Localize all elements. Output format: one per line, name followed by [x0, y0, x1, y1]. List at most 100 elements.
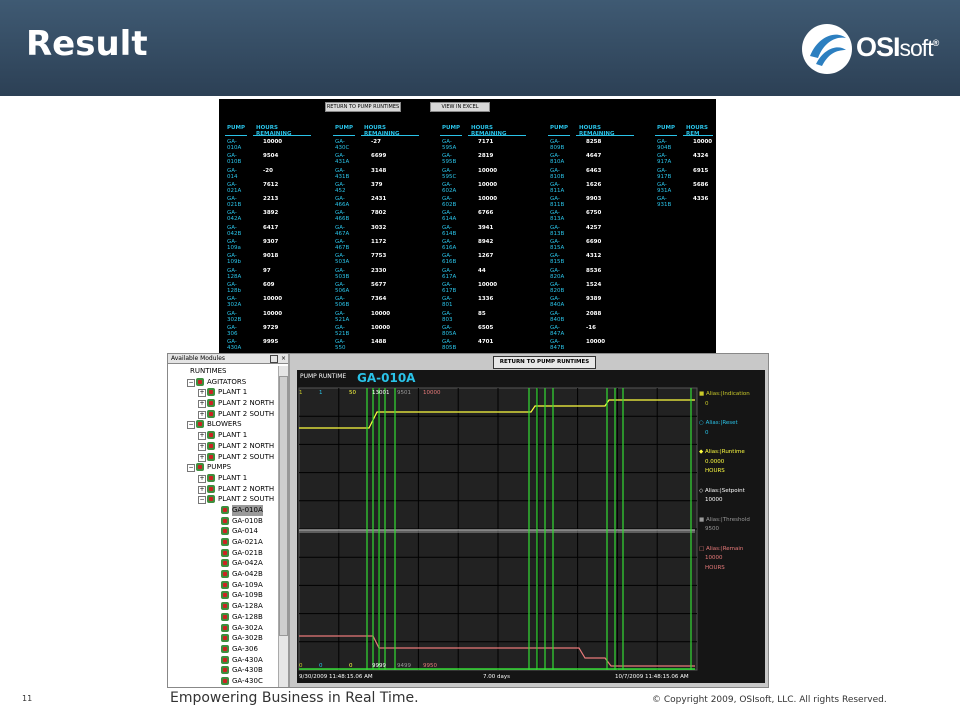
pump-name[interactable]: GA-917B	[657, 168, 671, 180]
pump-name[interactable]: GA-466B	[335, 210, 349, 222]
pump-name[interactable]: GA-805A	[442, 325, 456, 337]
collapse-icon[interactable]: −	[198, 496, 206, 505]
tree-item[interactable]: GA-430A	[168, 655, 278, 666]
close-icon[interactable]: ×	[281, 354, 286, 364]
pump-name[interactable]: GA-302A	[227, 296, 241, 308]
tree-item[interactable]: GA-010B	[168, 516, 278, 527]
pump-name[interactable]: GA-815B	[550, 253, 564, 265]
tree-item[interactable]: GA-109A	[168, 580, 278, 591]
tree-item[interactable]: + PLANT 1	[168, 473, 278, 484]
collapse-icon[interactable]: −	[187, 464, 195, 473]
pump-name[interactable]: GA-614A	[442, 210, 456, 222]
pump-name[interactable]: GA-904B	[657, 139, 671, 151]
pump-name[interactable]: GA-811B	[550, 196, 564, 208]
pump-name[interactable]: GA-810B	[550, 168, 564, 180]
tree-item[interactable]: GA-014	[168, 526, 278, 537]
pump-name[interactable]: GA-503A	[335, 253, 349, 265]
pump-name[interactable]: GA-128A	[227, 268, 241, 280]
pump-name[interactable]: GA-503B	[335, 268, 349, 280]
tree-item[interactable]: GA-128A	[168, 601, 278, 612]
tree-item[interactable]: + PLANT 1	[168, 387, 278, 398]
pump-name[interactable]: GA-801	[442, 296, 453, 308]
tree-item[interactable]: + PLANT 2 SOUTH	[168, 409, 278, 420]
tree-item[interactable]: + PLANT 2 SOUTH	[168, 452, 278, 463]
expand-icon[interactable]: +	[198, 442, 206, 451]
expand-icon[interactable]: +	[198, 485, 206, 494]
pump-name[interactable]: GA-811A	[550, 182, 564, 194]
tree-item[interactable]: GA-302B	[168, 633, 278, 644]
pump-name[interactable]: GA-595B	[442, 153, 456, 165]
pump-name[interactable]: GA-042B	[227, 225, 241, 237]
tree-scrollbar[interactable]	[278, 366, 288, 687]
pump-name[interactable]: GA-128b	[227, 282, 241, 294]
expand-icon[interactable]: +	[198, 453, 206, 462]
expand-icon[interactable]: +	[198, 400, 206, 409]
tree-item[interactable]: GA-042A	[168, 558, 278, 569]
tree-item[interactable]: − PLANT 2 SOUTH	[168, 494, 278, 505]
pump-name[interactable]: GA-467B	[335, 239, 349, 251]
tree-item[interactable]: GA-010A	[168, 504, 278, 516]
pump-name[interactable]: GA-109a	[227, 239, 241, 251]
pump-name[interactable]: GA-430A	[227, 339, 241, 351]
tree-item[interactable]: GA-109B	[168, 590, 278, 601]
pump-name[interactable]: GA-042A	[227, 210, 241, 222]
pump-name[interactable]: GA-614B	[442, 225, 456, 237]
pump-name[interactable]: GA-306	[227, 325, 238, 337]
tree-item[interactable]: GA-302A	[168, 623, 278, 634]
tree-item[interactable]: GA-021B	[168, 548, 278, 559]
scrollbar-thumb[interactable]	[279, 376, 288, 636]
tree-item[interactable]: GA-042B	[168, 569, 278, 580]
tree-item[interactable]: GA-306	[168, 644, 278, 655]
pump-name[interactable]: GA-595A	[442, 139, 456, 151]
pump-name[interactable]: GA-847A	[550, 325, 564, 337]
pump-name[interactable]: GA-021B	[227, 196, 241, 208]
tree-item[interactable]: GA-430B	[168, 665, 278, 676]
expand-icon[interactable]: +	[198, 389, 206, 398]
pump-name[interactable]: GA-815A	[550, 239, 564, 251]
pump-name[interactable]: GA-431A	[335, 153, 349, 165]
pump-name[interactable]: GA-616A	[442, 239, 456, 251]
pump-name[interactable]: GA-847B	[550, 339, 564, 351]
pump-name[interactable]: GA-617A	[442, 268, 456, 280]
pump-name[interactable]: GA-616B	[442, 253, 456, 265]
pump-name[interactable]: GA-813B	[550, 225, 564, 237]
pump-name[interactable]: GA-840A	[550, 296, 564, 308]
pump-name[interactable]: GA-917A	[657, 153, 671, 165]
pump-name[interactable]: GA-931B	[657, 196, 671, 208]
tree-item[interactable]: + PLANT 2 NORTH	[168, 398, 278, 409]
tree-item[interactable]: + PLANT 2 NORTH	[168, 484, 278, 495]
pump-name[interactable]: GA-550	[335, 339, 346, 351]
pump-name[interactable]: GA-820B	[550, 282, 564, 294]
view-in-excel-button[interactable]: VIEW IN EXCEL	[430, 102, 490, 112]
tree-item[interactable]: − AGITATORS	[168, 377, 278, 388]
collapse-icon[interactable]: −	[187, 378, 195, 387]
pump-name[interactable]: GA-595C	[442, 168, 456, 180]
pump-name[interactable]: GA-602B	[442, 196, 456, 208]
pump-name[interactable]: GA-813A	[550, 210, 564, 222]
return-to-pump-runtimes-button-2[interactable]: RETURN TO PUMP RUNTIMES	[493, 356, 596, 369]
pump-name[interactable]: GA-506B	[335, 296, 349, 308]
pump-name[interactable]: GA-805B	[442, 339, 456, 351]
pump-name[interactable]: GA-820A	[550, 268, 564, 280]
expand-icon[interactable]: +	[198, 410, 206, 419]
pump-name[interactable]: GA-109b	[227, 253, 241, 265]
pump-name[interactable]: GA-617B	[442, 282, 456, 294]
expand-icon[interactable]: +	[198, 432, 206, 441]
tree-item[interactable]: − BLOWERS	[168, 419, 278, 430]
pump-name[interactable]: GA-010B	[227, 153, 241, 165]
pump-name[interactable]: GA-466A	[335, 196, 349, 208]
pump-name[interactable]: GA-840B	[550, 311, 564, 323]
pump-name[interactable]: GA-803	[442, 311, 453, 323]
tree-item[interactable]: GA-128B	[168, 612, 278, 623]
pump-name[interactable]: GA-810A	[550, 153, 564, 165]
pump-name[interactable]: GA-021A	[227, 182, 241, 194]
expand-icon[interactable]: +	[198, 474, 206, 483]
pump-name[interactable]: GA-430C	[335, 139, 349, 151]
pump-name[interactable]: GA-014	[227, 168, 238, 180]
pump-name[interactable]: GA-602A	[442, 182, 456, 194]
tree-item[interactable]: GA-430C	[168, 676, 278, 687]
tree-item[interactable]: + PLANT 2 NORTH	[168, 441, 278, 452]
pump-name[interactable]: GA-931A	[657, 182, 671, 194]
pump-name[interactable]: GA-452	[335, 182, 346, 194]
tree-item[interactable]: RUNTIMES	[168, 366, 278, 377]
